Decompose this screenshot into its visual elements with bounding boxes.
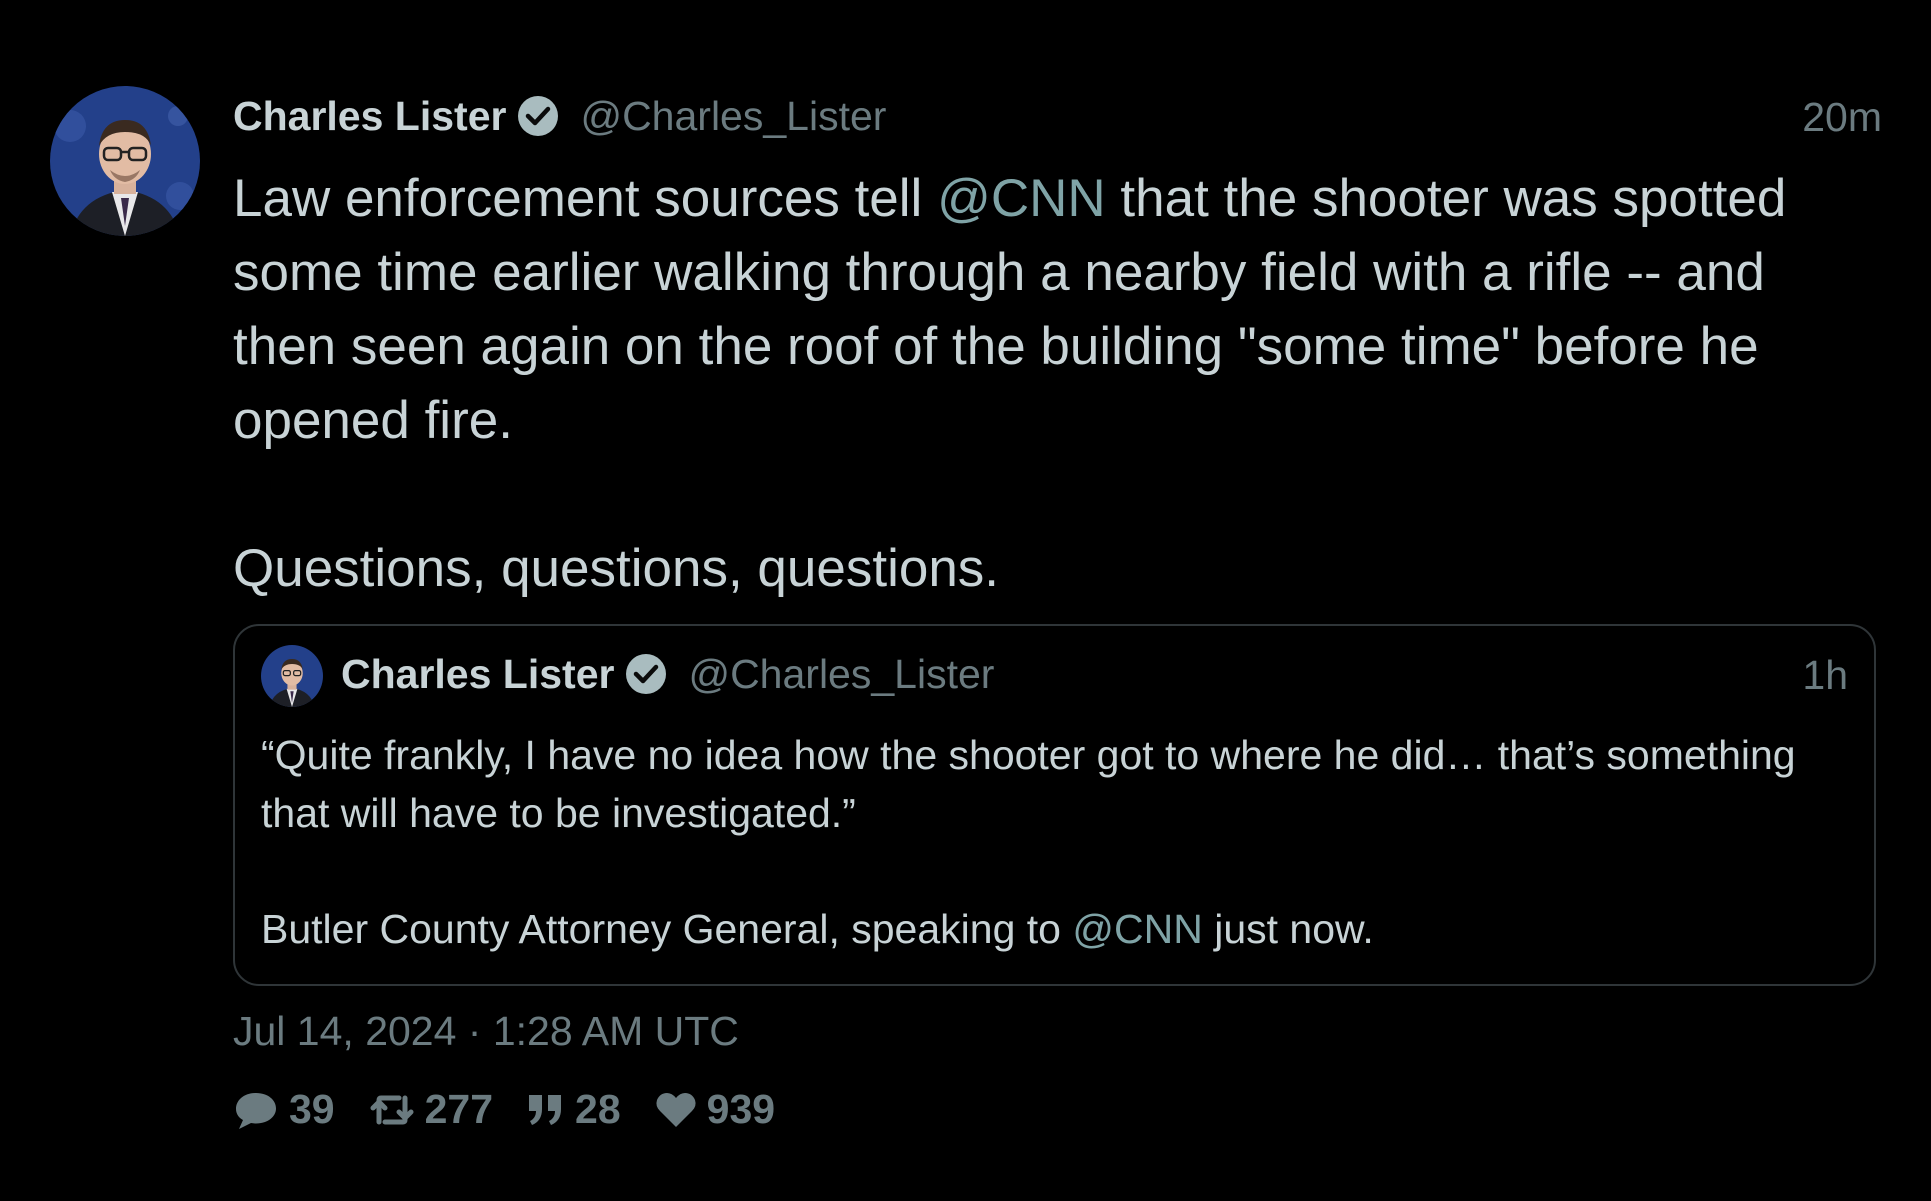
tweet-header: Charles Lister @Charles_Lister 20m: [233, 86, 1882, 146]
quoted-tweet-time-ago[interactable]: 1h: [1802, 652, 1848, 699]
reply-count: 39: [289, 1086, 335, 1132]
quoted-tweet[interactable]: Charles Lister @Charles_Lister 1h “Quite…: [233, 624, 1876, 986]
quoted-author-handle[interactable]: @Charles_Lister: [688, 651, 994, 698]
quote-icon: [529, 1094, 562, 1125]
author-avatar[interactable]: [50, 86, 200, 236]
quoted-author-avatar[interactable]: [261, 645, 323, 707]
quoted-tweet-quote: “Quite frankly, I have no idea how the s…: [261, 732, 1796, 836]
reply-stat[interactable]: 39: [233, 1086, 335, 1133]
tweet-content: Charles Lister @Charles_Lister 20m Law e…: [233, 86, 1882, 1132]
author-name[interactable]: Charles Lister: [233, 93, 506, 140]
like-count: 939: [706, 1086, 776, 1132]
tweet-body-paragraph: Questions, questions, questions.: [233, 539, 1000, 598]
author-handle[interactable]: @Charles_Lister: [580, 93, 886, 140]
tweet-body: Law enforcement sources tell @CNN that t…: [233, 162, 1882, 606]
quoted-author-name[interactable]: Charles Lister: [341, 651, 614, 698]
mention-link[interactable]: @CNN: [1072, 906, 1202, 952]
quoted-tweet-text: just now.: [1202, 906, 1374, 952]
heart-icon: [656, 1092, 696, 1127]
retweet-icon: [370, 1095, 414, 1124]
speech-bubble-icon: [236, 1092, 276, 1129]
retweet-count: 277: [424, 1086, 494, 1132]
like-stat[interactable]: 939: [655, 1086, 775, 1133]
quoted-tweet-text: Butler County Attorney General, speaking…: [261, 906, 1073, 952]
tweet-text: Law enforcement sources tell: [233, 169, 938, 228]
verified-badge-icon: [624, 652, 668, 696]
quote-stat[interactable]: 28: [527, 1086, 621, 1133]
tweet-stats: 39 277 28 939: [233, 1086, 809, 1133]
quoted-tweet-header: Charles Lister @Charles_Lister 1h: [341, 646, 1848, 702]
quoted-tweet-attribution: Butler County Attorney General, speaking…: [261, 900, 1848, 958]
tweet-timestamp[interactable]: Jul 14, 2024 · 1:28 AM UTC: [233, 1008, 739, 1055]
mention-link[interactable]: @CNN: [937, 169, 1106, 228]
tweet-time-ago[interactable]: 20m: [1802, 94, 1882, 141]
quote-count: 28: [575, 1086, 621, 1132]
verified-badge-icon: [516, 94, 560, 138]
retweet-stat[interactable]: 277: [369, 1086, 493, 1133]
tweet-body-paragraph: Law enforcement sources tell @CNN that t…: [233, 162, 1882, 458]
quoted-tweet-body: “Quite frankly, I have no idea how the s…: [261, 726, 1848, 958]
